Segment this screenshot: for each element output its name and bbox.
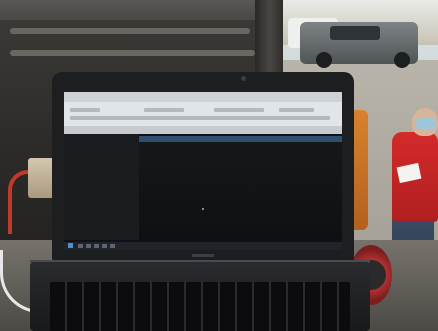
app-title-bar [64,92,342,102]
laptop-brand-logo [192,254,214,257]
tan-device [28,158,54,198]
taskbar-app-icon[interactable] [94,244,99,248]
face-mask [416,118,436,130]
toolbar-field [279,108,314,112]
toolbar-field [70,108,100,112]
windows-start-icon[interactable] [68,243,73,248]
taskbar-app-icon[interactable] [110,244,115,248]
taskbar-app-icon[interactable] [86,244,91,248]
webcam-icon [241,76,246,81]
truck-window [330,26,380,40]
app-toolbar [64,102,342,126]
van-rail [10,50,255,56]
truck-wheel [316,52,332,68]
main-dark-panel [139,142,342,240]
mouse-cursor [202,208,204,210]
taskbar-app-icon[interactable] [78,244,83,248]
toolbar-field [144,108,184,112]
left-panel [64,134,139,240]
van-rail [10,28,250,34]
laptop-lid [52,72,354,262]
taskbar-app-icon[interactable] [102,244,107,248]
photo-scene [0,0,438,331]
laptop-screen [64,92,342,250]
laptop-keyboard [50,282,350,331]
app-strip [64,126,342,134]
truck-wheel [394,52,410,68]
toolbar-field [214,108,264,112]
toolbar-field [70,116,330,120]
laptop-base [30,262,370,331]
